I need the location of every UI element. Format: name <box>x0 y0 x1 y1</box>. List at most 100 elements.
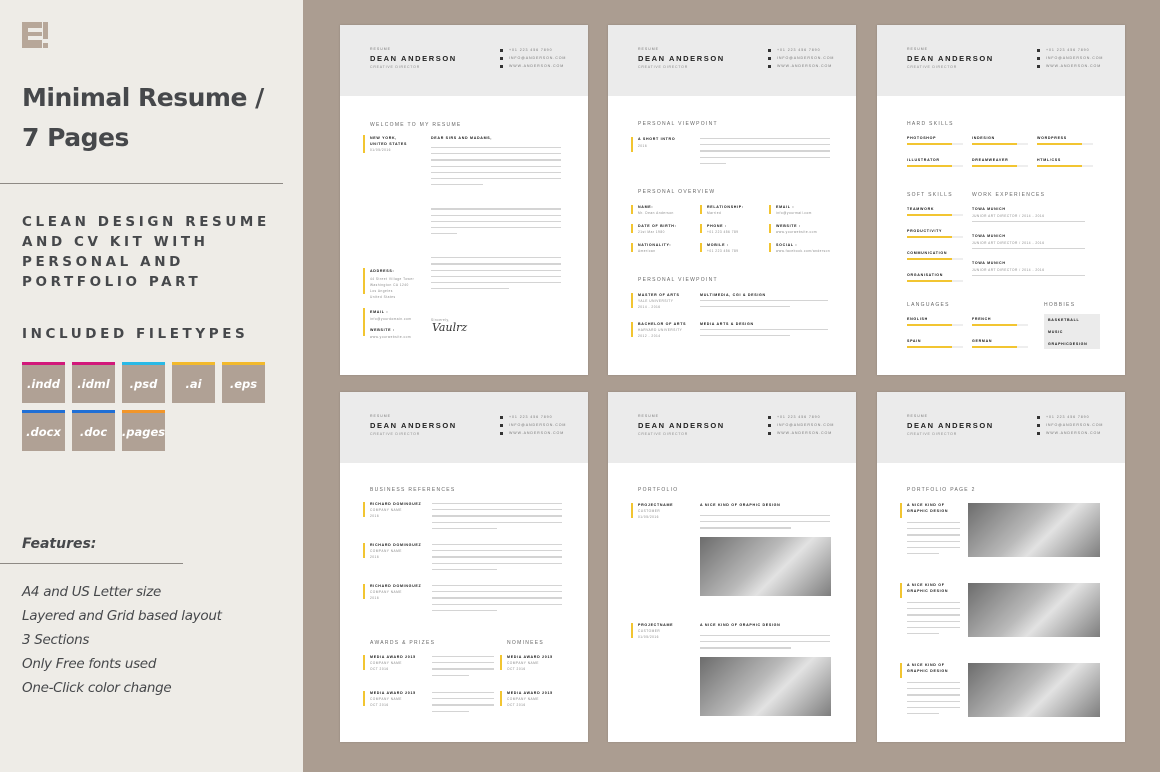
phone-text: +01 223 456 7890 <box>1046 415 1090 419</box>
divider <box>0 563 183 564</box>
overview-label: MOBILE : <box>707 243 729 247</box>
skill-bar <box>907 280 963 282</box>
nominee-date: OCT 2016 <box>507 703 526 707</box>
accent-bar <box>700 243 702 252</box>
overview-value: www.yourwebsite.com <box>776 230 818 234</box>
resume-page-personal[interactable]: RESUME DEAN ANDERSON CREATIVE DIRECTOR +… <box>608 25 856 375</box>
skill-bar-fill <box>1037 143 1082 145</box>
accent-bar <box>500 691 502 706</box>
skill-bar <box>907 258 963 260</box>
skill-bar <box>972 346 1028 348</box>
resume-page-skills[interactable]: RESUME DEAN ANDERSON CREATIVE DIRECTOR +… <box>877 25 1125 375</box>
award-title: MEDIA AWARD 2015 <box>370 655 416 659</box>
product-title: Minimal Resume / 7 Pages <box>22 78 264 158</box>
filetype-badge: .pages <box>122 410 165 451</box>
overview-value: American <box>638 249 656 253</box>
award-date: OCT 2016 <box>370 703 389 707</box>
skill-bar <box>907 214 963 216</box>
email-text: INFO@ANDERSON.COM <box>1046 423 1104 427</box>
email-value: info@yourdomain.com <box>370 317 412 321</box>
accent-bar <box>900 663 902 678</box>
candidate-name: DEAN ANDERSON <box>907 54 994 63</box>
accent-bar <box>363 655 365 670</box>
work-company: TOWA MUNICH <box>972 207 1006 211</box>
accent-bar <box>500 655 502 670</box>
accent-bar <box>631 293 633 308</box>
work-role: JUNIOR ART DIRECTOR / 2014 - 2016 <box>972 241 1045 245</box>
resume-page-cover-letter[interactable]: RESUME DEAN ANDERSON CREATIVE DIRECTOR +… <box>340 25 588 375</box>
resume-page-references[interactable]: RESUME DEAN ANDERSON CREATIVE DIRECTOR +… <box>340 392 588 742</box>
overview-label: NATIONALITY: <box>638 243 672 247</box>
phone-row: +01 223 456 7890 <box>500 46 566 54</box>
address-line: United States <box>370 295 396 299</box>
brand-logo-e-icon <box>22 22 48 48</box>
phone-text: +01 223 456 7890 <box>1046 48 1090 52</box>
accent-bar <box>769 205 771 214</box>
section-heading: HARD SKILLS <box>907 121 954 127</box>
globe-icon <box>1037 431 1040 435</box>
filetypes-heading: INCLUDED FILETYPES <box>22 326 249 342</box>
skill-bar-fill <box>907 143 952 145</box>
phone-text: +01 223 456 7890 <box>509 48 553 52</box>
portfolio-image <box>968 503 1100 557</box>
skill-bar <box>972 324 1028 326</box>
resume-page-portfolio-2[interactable]: RESUME DEAN ANDERSON CREATIVE DIRECTOR +… <box>877 392 1125 742</box>
portfolio-body <box>907 602 960 639</box>
phone-row: +01 223 456 7890 <box>1037 413 1103 421</box>
accent-bar <box>363 691 365 706</box>
phone-row: +01 223 456 7890 <box>500 413 566 421</box>
resume-page-portfolio[interactable]: RESUME DEAN ANDERSON CREATIVE DIRECTOR +… <box>608 392 856 742</box>
skill-bar <box>972 143 1028 145</box>
accent-bar <box>700 205 702 214</box>
work-role: JUNIOR ART DIRECTOR / 2014 - 2016 <box>972 268 1045 272</box>
reference-name: RICHARD DOMINGUEZ <box>370 543 422 547</box>
location-line: NEW YORK, <box>370 136 397 140</box>
letter-body <box>431 147 561 294</box>
portfolio-image <box>968 583 1100 637</box>
contact-block: +01 223 456 7890 INFO@ANDERSON.COM WWW.A… <box>1037 46 1103 70</box>
email-row: INFO@ANDERSON.COM <box>500 54 566 62</box>
letter-date: 01/05/2016 <box>370 148 391 152</box>
resume-header: RESUME DEAN ANDERSON CREATIVE DIRECTOR +… <box>608 25 856 96</box>
overview-label: DATE OF BIRTH: <box>638 224 677 228</box>
award-date: OCT 2016 <box>370 667 389 671</box>
section-heading: HOBBIES <box>1044 302 1076 308</box>
skill-bar-fill <box>907 214 952 216</box>
contact-block: +01 223 456 7890 INFO@ANDERSON.COM WWW.A… <box>1037 413 1103 437</box>
work-company: TOWA MUNICH <box>972 261 1006 265</box>
contact-block: +01 223 456 7890 INFO@ANDERSON.COM WWW.A… <box>500 46 566 70</box>
signature: Vaulrz <box>432 321 468 334</box>
overview-value: Mr. Dean Anderson <box>638 211 674 215</box>
accent-bar <box>631 623 633 638</box>
accent-bar <box>363 135 365 153</box>
skill-label: WORDPRESS <box>1037 136 1067 140</box>
skill-bar-fill <box>972 346 1017 348</box>
filetype-badge: .eps <box>222 362 265 403</box>
section-heading: PORTFOLIO <box>638 487 679 493</box>
job-title: CREATIVE DIRECTOR <box>638 432 689 436</box>
job-title: CREATIVE DIRECTOR <box>907 432 958 436</box>
skill-label: HTML/CSS <box>1037 158 1061 162</box>
reference-company: COMPANY NAME <box>370 549 402 553</box>
resume-header: RESUME DEAN ANDERSON CREATIVE DIRECTOR +… <box>608 392 856 463</box>
skill-bar-fill <box>972 143 1017 145</box>
section-heading: AWARDS & PRIZES <box>370 640 436 646</box>
portfolio-body <box>907 522 960 559</box>
phone-icon <box>500 415 503 419</box>
filetype-badge: .ai <box>172 362 215 403</box>
skill-bar-fill <box>907 236 952 238</box>
award-title: MEDIA AWARD 2015 <box>370 691 416 695</box>
feature-item: A4 and US Letter size <box>22 584 161 600</box>
project-name: PROJECTNAME <box>638 503 674 507</box>
reference-name: RICHARD DOMINGUEZ <box>370 584 422 588</box>
email-icon <box>500 56 503 60</box>
skill-label: SPAIN <box>907 339 922 343</box>
section-heading: LANGUAGES <box>907 302 950 308</box>
school: HARVARD UNIVERSITY <box>638 328 683 332</box>
resume-label: RESUME <box>638 414 659 418</box>
overview-label: WEBSITE : <box>776 224 801 228</box>
skill-label: PRODUCTIVITY <box>907 229 943 233</box>
skill-bar <box>972 165 1028 167</box>
accent-bar <box>363 584 365 599</box>
portfolio-title: A NICE KIND OF <box>907 663 945 667</box>
